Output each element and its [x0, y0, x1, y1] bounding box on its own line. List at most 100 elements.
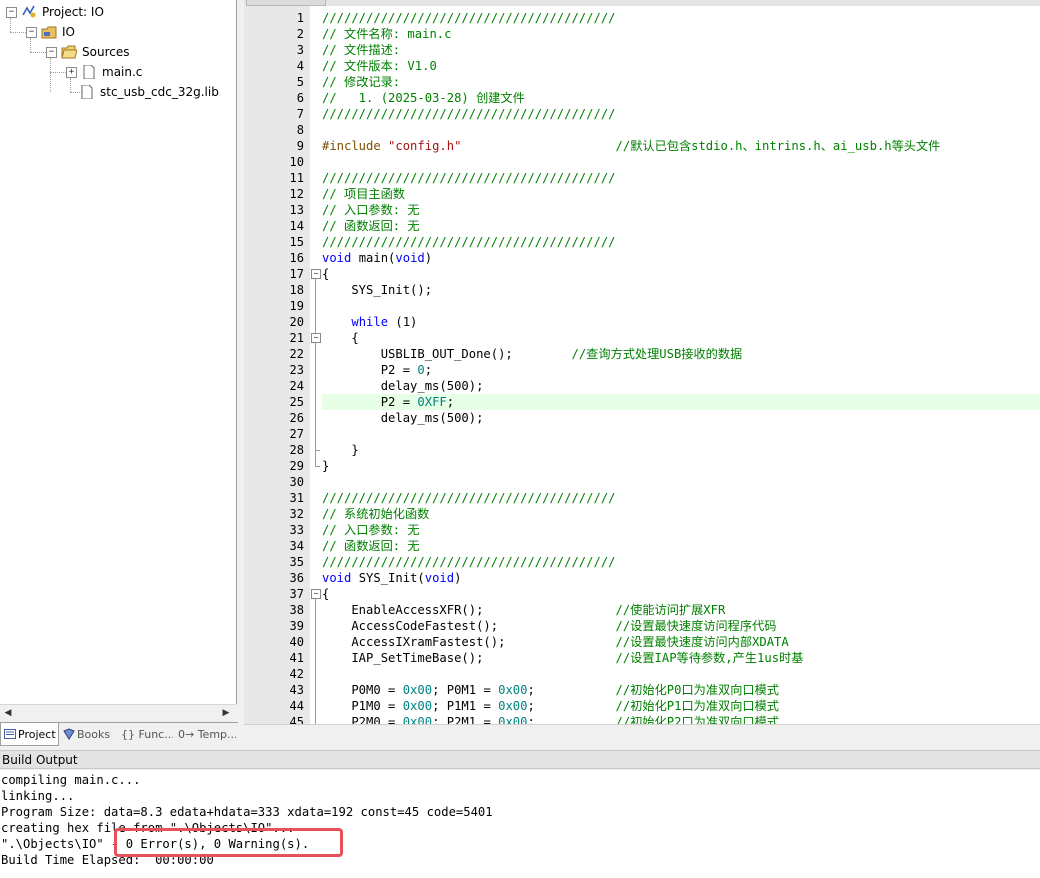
tree-item-lib[interactable]: stc_usb_cdc_32g.lib — [79, 82, 219, 102]
tab-functions[interactable]: {} Func... — [118, 723, 173, 745]
collapse-icon[interactable]: − — [6, 6, 17, 18]
fold-collapse-icon[interactable]: − — [311, 589, 321, 599]
code-line[interactable]: // 文件描述: — [322, 42, 1040, 58]
code-token: //设置最快速度访问内部XDATA — [615, 635, 789, 649]
target-label: IO — [62, 25, 75, 39]
code-line[interactable]: { — [322, 586, 1040, 602]
code-token: // 函数返回: 无 — [322, 539, 420, 553]
line-number: 4 — [296, 59, 304, 73]
fold-end — [315, 450, 320, 451]
file-icon — [81, 85, 93, 99]
build-output-panel[interactable]: compiling main.c... linking... Program S… — [0, 770, 1040, 878]
code-line[interactable]: P2M0 = 0x00; P2M1 = 0x00; //初始化P2口为准双向口模… — [322, 714, 1040, 724]
code-area[interactable]: ////////////////////////////////////////… — [322, 6, 1040, 724]
line-number: 1 — [296, 11, 304, 25]
code-line[interactable]: //////////////////////////////////////// — [322, 490, 1040, 506]
line-number: 11 — [289, 171, 304, 185]
code-line[interactable]: EnableAccessXFR(); //使能访问扩展XFR — [322, 602, 1040, 618]
tab-templates-label: 0→ Temp... — [178, 727, 236, 741]
code-line[interactable]: USBLIB_OUT_Done(); //查询方式处理USB接收的数据 — [322, 346, 1040, 362]
code-line[interactable] — [322, 474, 1040, 490]
code-line[interactable]: P0M0 = 0x00; P0M1 = 0x00; //初始化P0口为准双向口模… — [322, 682, 1040, 698]
line-number: 6 — [296, 91, 304, 105]
scroll-left-icon[interactable]: ◀ — [0, 705, 16, 722]
code-token: AccessCodeFastest(); — [322, 619, 616, 633]
tree-item-target[interactable]: − IO — [26, 22, 75, 42]
code-line[interactable]: // 系统初始化函数 — [322, 506, 1040, 522]
line-number: 25 — [289, 395, 304, 409]
code-line[interactable]: SYS_Init(); — [322, 282, 1040, 298]
collapse-icon[interactable]: − — [46, 46, 57, 58]
code-line[interactable]: P2 = 0XFF; — [322, 394, 1040, 410]
tree-horizontal-scrollbar[interactable]: ◀ ▶ — [0, 704, 236, 722]
code-token: void — [395, 251, 425, 265]
code-line[interactable]: void main(void) — [322, 250, 1040, 266]
expand-icon[interactable]: + — [66, 66, 77, 78]
tab-templates[interactable]: 0→ Temp... — [176, 723, 236, 745]
scroll-right-icon[interactable]: ▶ — [218, 705, 234, 722]
code-token: 0x00 — [402, 683, 433, 697]
code-line[interactable]: } — [322, 458, 1040, 474]
code-line[interactable]: delay_ms(500); — [322, 410, 1040, 426]
build-line: compiling main.c... — [1, 773, 141, 787]
code-token: 0XFF — [417, 395, 447, 409]
code-line[interactable]: //////////////////////////////////////// — [322, 106, 1040, 122]
code-line[interactable] — [322, 666, 1040, 682]
code-token: //////////////////////////////////////// — [322, 555, 616, 569]
code-token: //////////////////////////////////////// — [322, 491, 616, 505]
code-line[interactable]: IAP_SetTimeBase(); //设置IAP等待参数,产生1us时基 — [322, 650, 1040, 666]
tree-item-project[interactable]: − Project: IO — [6, 2, 104, 22]
code-token: ; P1M1 = — [432, 699, 499, 713]
tree-item-sources[interactable]: − Sources — [46, 42, 129, 62]
code-line[interactable]: // 入口参数: 无 — [322, 522, 1040, 538]
code-line[interactable]: { — [322, 266, 1040, 282]
code-line[interactable]: } — [322, 442, 1040, 458]
line-number: 15 — [289, 235, 304, 249]
line-number: 42 — [289, 667, 304, 681]
code-line[interactable]: // 文件名称: main.c — [322, 26, 1040, 42]
code-line[interactable]: while (1) — [322, 314, 1040, 330]
code-line[interactable] — [322, 298, 1040, 314]
tab-project[interactable]: Project — [0, 723, 59, 746]
code-line[interactable]: // 1. (2025-03-28) 创建文件 — [322, 90, 1040, 106]
code-line[interactable]: // 函数返回: 无 — [322, 538, 1040, 554]
code-line[interactable]: //////////////////////////////////////// — [322, 554, 1040, 570]
group-label: Sources — [82, 45, 130, 59]
collapse-icon[interactable]: − — [26, 26, 37, 38]
line-number: 32 — [289, 507, 304, 521]
code-line[interactable]: P2 = 0; — [322, 362, 1040, 378]
editor-horizontal-scrollbar[interactable] — [244, 724, 1040, 746]
code-line[interactable]: { — [322, 330, 1040, 346]
code-token: SYS_Init(); — [322, 283, 433, 297]
code-line[interactable]: // 入口参数: 无 — [322, 202, 1040, 218]
code-line[interactable] — [322, 426, 1040, 442]
code-line[interactable]: // 文件版本: V1.0 — [322, 58, 1040, 74]
code-editor[interactable]: 1 2 3 4 5 6 7 8 9 10 11 12 13 14 15 16 17 18 19 20 21 22 23 24 2… — [244, 0, 1040, 746]
code-line[interactable]: AccessCodeFastest(); //设置最快速度访问程序代码 — [322, 618, 1040, 634]
code-line[interactable]: //////////////////////////////////////// — [322, 170, 1040, 186]
fold-collapse-icon[interactable]: − — [311, 269, 321, 279]
code-line[interactable]: // 修改记录: — [322, 74, 1040, 90]
code-line[interactable]: delay_ms(500); — [322, 378, 1040, 394]
code-line[interactable]: // 项目主函数 — [322, 186, 1040, 202]
code-line[interactable] — [322, 122, 1040, 138]
code-line[interactable]: //////////////////////////////////////// — [322, 234, 1040, 250]
fold-margin[interactable]: − − − — [310, 6, 322, 724]
code-line[interactable]: // 函数返回: 无 — [322, 218, 1040, 234]
line-number: 45 — [289, 715, 304, 724]
code-token: "config.h" — [388, 139, 462, 153]
file-label: stc_usb_cdc_32g.lib — [100, 85, 219, 99]
code-line[interactable]: P1M0 = 0x00; P1M1 = 0x00; //初始化P1口为准双向口模… — [322, 698, 1040, 714]
fold-collapse-icon[interactable]: − — [311, 333, 321, 343]
code-line[interactable]: #include "config.h" //默认已包含stdio.h、intri… — [322, 138, 1040, 154]
tree-item-main-c[interactable]: + main.c — [66, 62, 142, 82]
tab-books[interactable]: Books — [60, 723, 115, 745]
code-line[interactable]: //////////////////////////////////////// — [322, 10, 1040, 26]
code-line[interactable]: AccessIXramFastest(); //设置最快速度访问内部XDATA — [322, 634, 1040, 650]
code-line[interactable] — [322, 154, 1040, 170]
code-token: //////////////////////////////////////// — [322, 11, 616, 25]
code-line[interactable]: void SYS_Init(void) — [322, 570, 1040, 586]
code-token: void — [424, 571, 455, 585]
